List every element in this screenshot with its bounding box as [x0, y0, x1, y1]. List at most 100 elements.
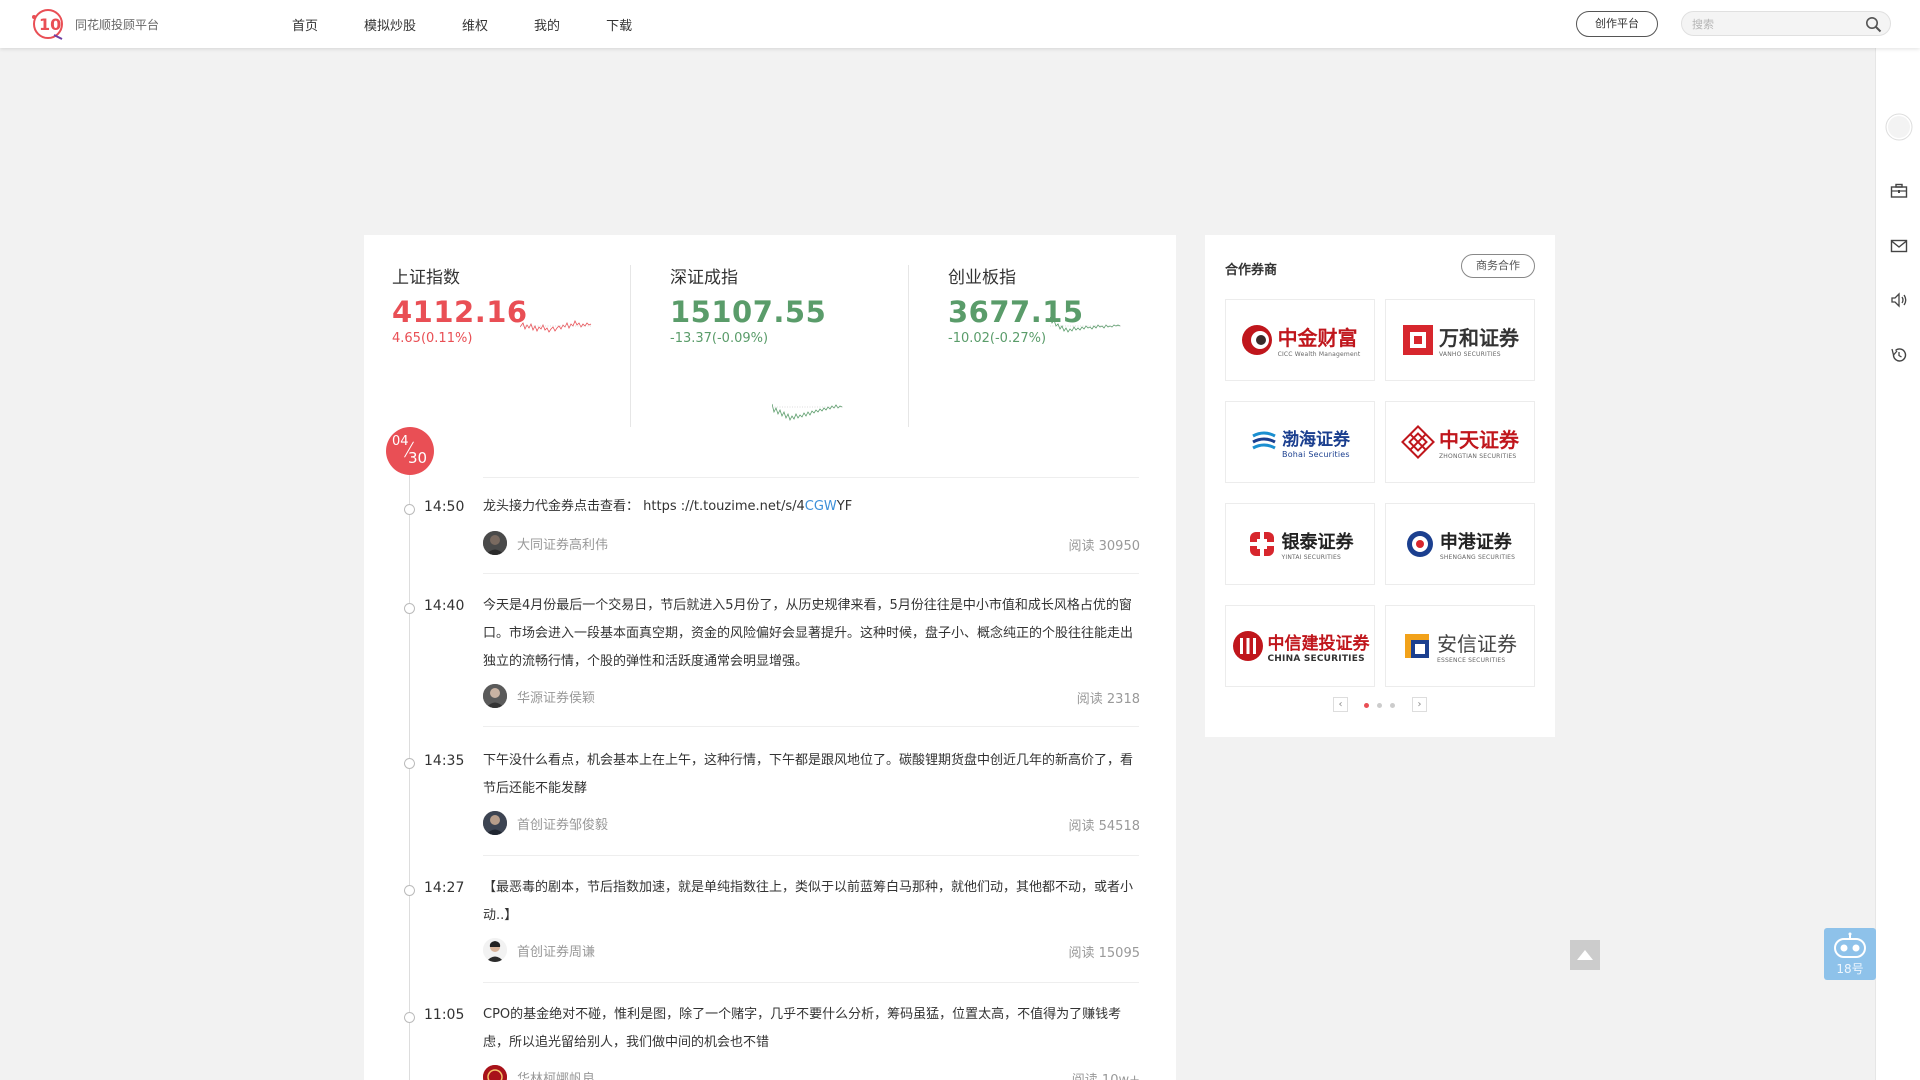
feed-text[interactable]: 【最恶毒的剧本，节后指数加速，就是单纯指数往上，类似于以前蓝筹白马那种，就他们动…	[483, 874, 1143, 930]
feed-text-part: 龙头接力代金券点击查看： https ://t.touzime.net/s/4	[483, 499, 805, 514]
feed-text[interactable]: 今天是4月份最后一个交易日，节后就进入5月份了，从历史规律来看，5月份往往是中小…	[483, 592, 1143, 676]
logo-icon[interactable]: 10	[30, 7, 66, 41]
logo-text[interactable]: 同花顺投顾平台	[75, 16, 159, 33]
create-platform-button[interactable]: 创作平台	[1576, 11, 1658, 37]
timeline-dot	[404, 603, 415, 614]
pager-dot[interactable]	[1377, 703, 1382, 708]
index-card-shenzhen[interactable]: 深证成指 15107.55 -13.37(-0.09%)	[642, 235, 920, 435]
robot-icon	[1834, 932, 1866, 958]
search-icon[interactable]	[1865, 16, 1882, 33]
divider	[483, 855, 1139, 856]
sparkline-shanghai	[520, 320, 592, 333]
broker-tile-essence[interactable]: 安信证券 ESSENCE SECURITIES	[1385, 605, 1535, 687]
search-input[interactable]	[1692, 16, 1852, 32]
broker-en-name: ESSENCE SECURITIES	[1437, 657, 1506, 664]
divider	[908, 265, 909, 427]
next-arrow-icon[interactable]: ›	[1412, 697, 1427, 712]
broker-tile-yintai[interactable]: 银泰证券 YINTAI SECURITIES	[1225, 503, 1375, 585]
avatar	[483, 1065, 507, 1080]
divider	[483, 573, 1139, 574]
broker-name: 安信证券	[1437, 632, 1517, 656]
messages-button[interactable]	[1888, 235, 1910, 257]
nav-home[interactable]: 首页	[292, 15, 318, 34]
broker-tile-shengang[interactable]: 申港证券 SHENGANG SECURITIES	[1385, 503, 1535, 585]
svg-text:10: 10	[39, 15, 61, 34]
index-card-shanghai[interactable]: 上证指数 4112.16 4.65(0.11%)	[364, 235, 642, 435]
author-name: 首创证券邹俊毅	[517, 817, 609, 833]
back-to-top-button[interactable]	[1570, 940, 1600, 970]
feed-author[interactable]: 大同证券高利伟	[483, 531, 608, 555]
author-name: 首创证券周谦	[517, 944, 596, 960]
history-button[interactable]	[1888, 344, 1910, 366]
read-count: 阅读 30950	[1068, 539, 1141, 554]
broker-tile-zhongtian[interactable]: 中天证券 ZHONGTIAN SECURITIES	[1385, 401, 1535, 483]
nav-rights[interactable]: 维权	[462, 15, 488, 34]
broker-tile-cicc[interactable]: 中金财富 CICC Wealth Management	[1225, 299, 1375, 381]
bohai-logo-icon	[1252, 431, 1276, 450]
broker-tile-bohai[interactable]: 渤海证券 Bohai Securities	[1225, 401, 1375, 483]
mail-icon	[1890, 239, 1908, 253]
timeline-dot	[404, 758, 415, 769]
feed-author[interactable]: 华林柯娜帆良	[483, 1065, 595, 1080]
read-count: 阅读 10w+	[1072, 1069, 1140, 1080]
user-avatar-icon	[1885, 113, 1913, 141]
chevron-up-icon	[1577, 950, 1593, 960]
feed-text[interactable]: CPO的基金绝对不碰，惟利是图，除了一个赌字，几乎不要什么分析，筹码虽猛，位置太…	[483, 1001, 1143, 1057]
notification-button[interactable]	[1888, 289, 1910, 311]
pager-dot-active[interactable]	[1364, 703, 1369, 708]
feed-text[interactable]: 龙头接力代金券点击查看： https ://t.touzime.net/s/4C…	[483, 493, 1143, 521]
vanho-logo-icon	[1403, 325, 1433, 355]
divider	[483, 477, 1139, 478]
read-count: 阅读 2318	[1076, 692, 1140, 707]
index-change: -13.37(-0.09%)	[670, 331, 769, 346]
feed-time: 14:35	[424, 753, 465, 769]
author-name: 华林柯娜帆良	[517, 1071, 596, 1080]
shengang-logo-icon	[1406, 531, 1433, 557]
broker-name: 申港证券	[1439, 531, 1512, 553]
broker-tile-china-securities[interactable]: 中信建投证券 CHINA SECURITIES	[1225, 605, 1375, 687]
feed-author[interactable]: 首创证券周谦	[483, 938, 595, 962]
index-card-chinext[interactable]: 创业板指 3677.15 -10.02(-0.27%)	[920, 235, 1198, 435]
broker-en-name: SHENGANG SECURITIES	[1439, 553, 1516, 561]
cicc-logo-icon	[1241, 325, 1272, 355]
divider	[483, 726, 1139, 727]
broker-pager: ‹ ›	[1205, 697, 1555, 713]
broker-en-name: Bohai Securities	[1282, 450, 1350, 459]
business-cooperation-button[interactable]: 商务合作	[1461, 254, 1535, 278]
avatar	[483, 531, 507, 555]
date-day: 30	[408, 449, 428, 467]
essence-logo-icon	[1405, 634, 1429, 658]
feed-link[interactable]: CGW	[805, 499, 837, 514]
sparkline-chinext	[1050, 316, 1122, 333]
robot-label: 18号	[1836, 962, 1864, 976]
feed-time: 14:27	[424, 880, 465, 896]
pager-dot[interactable]	[1390, 703, 1395, 708]
broker-en-name: ZHONGTIAN SECURITIES	[1439, 453, 1517, 460]
read-count: 阅读 54518	[1068, 819, 1141, 834]
briefcase-icon	[1890, 183, 1908, 198]
prev-arrow-icon[interactable]: ‹	[1333, 697, 1348, 712]
nav-download[interactable]: 下载	[606, 15, 632, 34]
user-avatar[interactable]	[1885, 113, 1913, 141]
broker-name: 银泰证券	[1281, 531, 1354, 553]
robot-assistant-button[interactable]: 18号	[1824, 928, 1876, 980]
index-value: 15107.55	[670, 295, 827, 329]
toolbox-button[interactable]	[1888, 180, 1910, 202]
broker-en-name: VANHO SECURITIES	[1439, 351, 1501, 358]
timeline-line	[409, 475, 410, 1080]
feed-author[interactable]: 华源证券侯颖	[483, 684, 595, 708]
broker-en-name: YINTAI SECURITIES	[1281, 553, 1341, 561]
feed-author[interactable]: 首创证券邹俊毅	[483, 811, 608, 835]
market-feed-panel: 上证指数 4112.16 4.65(0.11%) 深证成指 15107.55 -…	[364, 235, 1176, 1080]
feed-text-part: YF	[836, 499, 853, 514]
avatar	[483, 811, 507, 835]
broker-name: 中金财富	[1277, 326, 1358, 350]
nav-mine[interactable]: 我的	[534, 15, 560, 34]
broker-tile-vanho[interactable]: 万和证券 VANHO SECURITIES	[1385, 299, 1535, 381]
nav-simulated-trading[interactable]: 模拟炒股	[364, 15, 416, 34]
feed-time: 11:05	[424, 1007, 465, 1023]
read-count: 阅读 15095	[1068, 946, 1141, 961]
history-icon	[1891, 348, 1907, 362]
feed-text[interactable]: 下午没什么看点，机会基本上在上午，这种行情，下午都是跟风地位了。碳酸锂期货盘中创…	[483, 747, 1143, 803]
broker-name: 中天证券	[1439, 428, 1519, 452]
